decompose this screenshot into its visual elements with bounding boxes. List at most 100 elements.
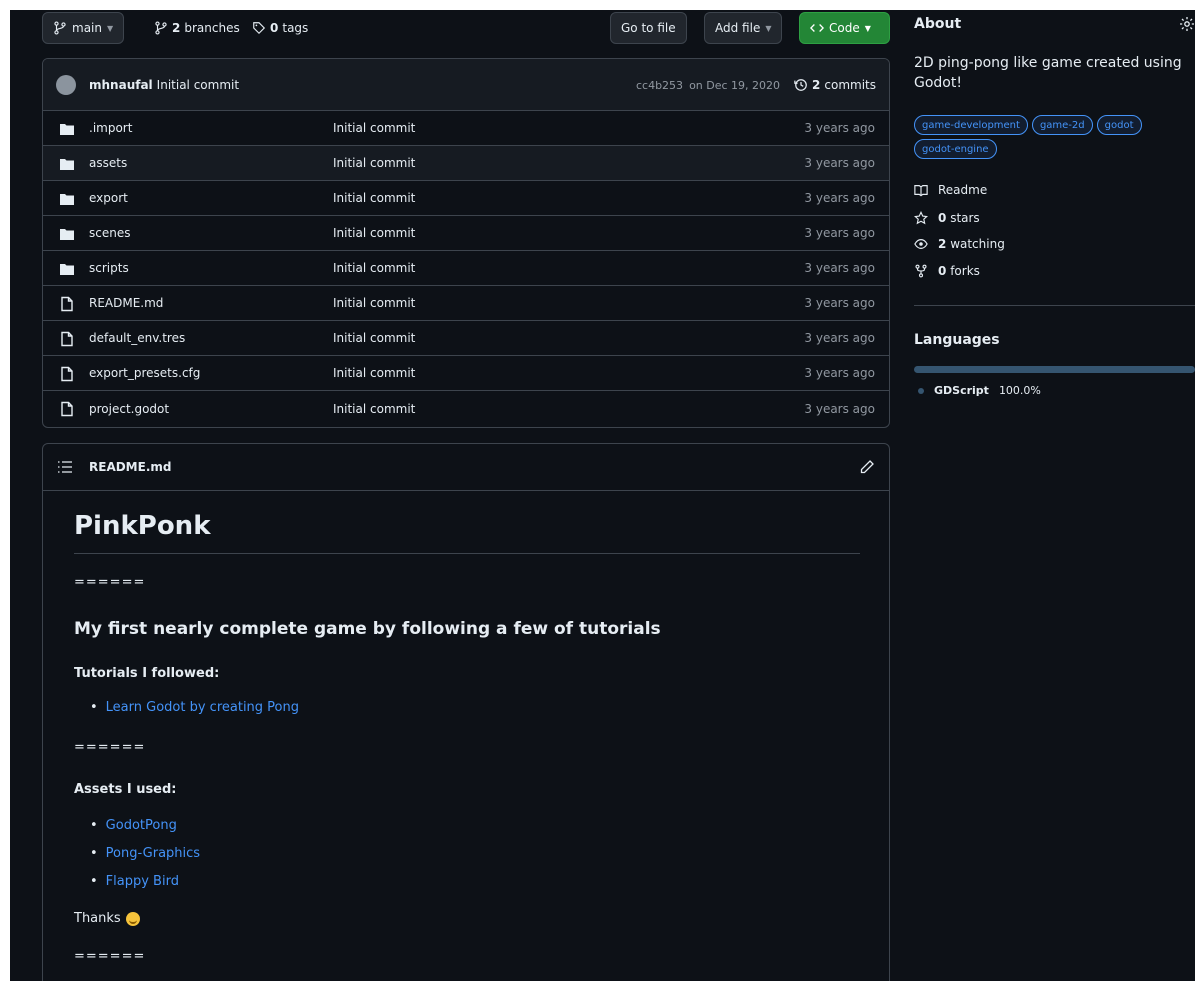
readme-link[interactable]: Readme	[914, 183, 987, 197]
tags-count: 0	[270, 21, 279, 35]
topic-tag[interactable]: godot-engine	[914, 139, 997, 159]
file-commit-message[interactable]: Initial commit	[333, 121, 415, 135]
pencil-icon[interactable]	[859, 459, 875, 475]
sidebar-divider	[914, 305, 1195, 306]
stars-label: stars	[950, 211, 980, 225]
commit-message[interactable]: Initial commit	[157, 78, 239, 92]
assets-heading: Assets I used:	[74, 782, 177, 797]
folder-icon	[60, 264, 74, 275]
file-name[interactable]: default_env.tres	[89, 331, 185, 345]
about-description: 2D ping-pong like game created using God…	[914, 55, 1182, 91]
file-row[interactable]: .import Initial commit 3 years ago	[43, 111, 889, 146]
file-row[interactable]: scenes Initial commit 3 years ago	[43, 216, 889, 251]
list-icon[interactable]	[57, 459, 73, 475]
file-commit-message[interactable]: Initial commit	[333, 402, 415, 416]
file-row[interactable]: export Initial commit 3 years ago	[43, 181, 889, 216]
file-commit-message[interactable]: Initial commit	[333, 156, 415, 170]
file-name[interactable]: project.godot	[89, 402, 169, 416]
add-file-label: Add file	[715, 21, 761, 35]
file-commit-message[interactable]: Initial commit	[333, 191, 415, 205]
file-commit-message[interactable]: Initial commit	[333, 226, 415, 240]
thanks-paragraph: Thanks	[74, 911, 140, 926]
forks-link[interactable]: 0 forks	[914, 264, 980, 278]
commit-author[interactable]: mhnaufal	[89, 78, 153, 92]
asset-link[interactable]: Flappy Bird	[90, 874, 179, 889]
commits-count: 2	[812, 78, 821, 92]
forks-label: forks	[950, 264, 980, 278]
file-name[interactable]: scenes	[89, 226, 130, 240]
tags-link[interactable]: 0 tags	[252, 12, 308, 44]
folder-icon	[60, 229, 74, 240]
commit-hash[interactable]: cc4b253	[636, 79, 683, 92]
file-commit-message[interactable]: Initial commit	[333, 261, 415, 275]
go-to-file-button[interactable]: Go to file	[610, 12, 687, 44]
language-bar	[914, 366, 1195, 373]
window-left-edge	[0, 0, 10, 981]
avatar[interactable]	[56, 74, 76, 95]
code-label: Code	[829, 21, 860, 35]
tags-label: tags	[282, 21, 309, 35]
window-top-edge	[0, 0, 1195, 10]
file-row[interactable]: export_presets.cfg Initial commit 3 year…	[43, 356, 889, 391]
file-name[interactable]: scripts	[89, 261, 129, 275]
file-age: 3 years ago	[804, 331, 875, 345]
tag-icon	[253, 22, 266, 35]
latest-commit-bar: mhnaufal Initial commit cc4b253 on Dec 1…	[43, 59, 889, 111]
watching-link[interactable]: 2 watching	[914, 237, 1005, 251]
code-button[interactable]: Code ▼	[799, 12, 890, 44]
languages-title: Languages	[914, 332, 1000, 348]
repo-sidebar: About 2D ping-pong like game created usi…	[914, 12, 1195, 432]
language-item[interactable]: GDScript 100.0%	[918, 384, 1041, 397]
separator-text: ======	[74, 575, 146, 590]
chevron-down-icon: ▼	[106, 23, 114, 33]
branch-select-button[interactable]: main ▼	[42, 12, 125, 44]
file-name[interactable]: export_presets.cfg	[89, 366, 200, 380]
language-percent: 100.0%	[998, 384, 1041, 397]
book-icon	[914, 185, 928, 197]
branches-link[interactable]: 2 branches	[154, 12, 240, 44]
separator-text: ======	[74, 949, 146, 964]
file-name[interactable]: .import	[89, 121, 132, 135]
file-commit-message[interactable]: Initial commit	[333, 331, 415, 345]
topic-tag[interactable]: game-2d	[1031, 115, 1093, 135]
history-icon	[794, 79, 807, 91]
commit-date: on Dec 19, 2020	[689, 78, 781, 92]
topic-tag[interactable]: game-development	[914, 115, 1028, 135]
asset-link[interactable]: Pong-Graphics	[90, 846, 200, 861]
file-age: 3 years ago	[804, 296, 875, 310]
file-name[interactable]: README.md	[89, 296, 163, 310]
watching-count: 2	[938, 237, 947, 251]
file-icon	[61, 331, 73, 347]
branch-icon	[155, 21, 167, 35]
file-row[interactable]: scripts Initial commit 3 years ago	[43, 251, 889, 286]
stars-count: 0	[938, 211, 947, 225]
topic-tag[interactable]: godot	[1096, 115, 1142, 135]
file-name[interactable]: export	[89, 191, 128, 205]
readme-h1: PinkPonk	[74, 511, 211, 541]
file-row[interactable]: project.godot Initial commit 3 years ago	[43, 391, 889, 426]
chevron-down-icon: ▼	[864, 23, 871, 33]
file-row[interactable]: README.md Initial commit 3 years ago	[43, 286, 889, 321]
file-row[interactable]: default_env.tres Initial commit 3 years …	[43, 321, 889, 356]
file-commit-message[interactable]: Initial commit	[333, 296, 415, 310]
add-file-button[interactable]: Add file ▼	[704, 12, 783, 44]
fork-icon	[915, 264, 927, 278]
file-age: 3 years ago	[804, 191, 875, 205]
folder-icon	[60, 159, 74, 170]
language-color-dot	[918, 387, 924, 394]
repo-toolbar: main ▼ 2 branches 0 tags Go to file Add …	[42, 12, 890, 44]
star-icon	[914, 211, 928, 225]
file-age: 3 years ago	[804, 156, 875, 170]
asset-link[interactable]: GodotPong	[90, 818, 177, 833]
gear-icon[interactable]	[1179, 16, 1195, 32]
about-title: About	[914, 16, 962, 32]
file-commit-message[interactable]: Initial commit	[333, 366, 415, 380]
forks-count: 0	[938, 264, 947, 278]
file-row[interactable]: assets Initial commit 3 years ago	[43, 146, 889, 181]
stars-link[interactable]: 0 stars	[914, 211, 980, 225]
tutorial-link[interactable]: Learn Godot by creating Pong	[90, 700, 299, 715]
readme-header: README.md	[43, 444, 889, 491]
file-name[interactable]: assets	[89, 156, 127, 170]
branch-icon	[54, 21, 66, 35]
commits-link[interactable]: 2 commits	[794, 78, 876, 92]
